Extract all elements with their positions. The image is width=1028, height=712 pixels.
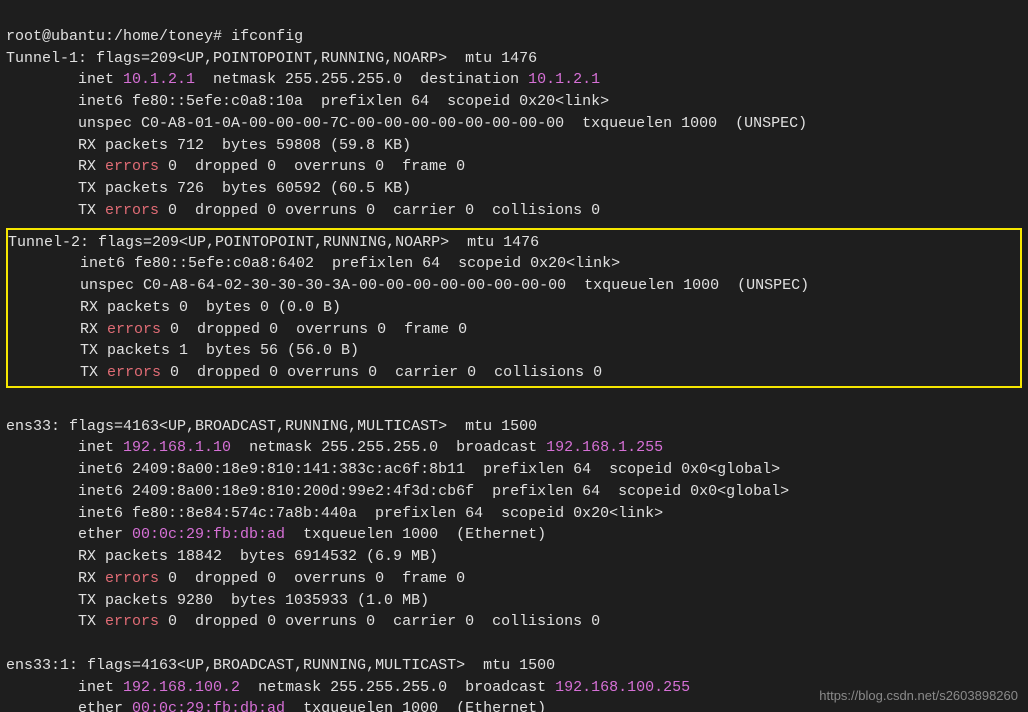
errors-word: errors	[105, 158, 159, 175]
ether-mac: 00:0c:29:fb:db:ad	[132, 526, 285, 543]
ens33-ether: ether 00:0c:29:fb:db:ad txqueuelen 1000 …	[6, 526, 546, 543]
ens33-tx-packets: TX packets 9280 bytes 1035933 (1.0 MB)	[6, 592, 429, 609]
tunnel1-header: Tunnel-1: flags=209<UP,POINTOPOINT,RUNNI…	[6, 50, 537, 67]
errors-word: errors	[105, 202, 159, 219]
ens33-1-ether: ether 00:0c:29:fb:db:ad txqueuelen 1000 …	[6, 700, 546, 712]
ens33-tx-errors: TX errors 0 dropped 0 overruns 0 carrier…	[6, 613, 600, 630]
iface-flags: flags=209<UP,POINTOPOINT,RUNNING,NOARP> …	[87, 50, 537, 67]
iface-name: ens33:1:	[6, 657, 78, 674]
errors-word: errors	[105, 570, 159, 587]
tunnel2-unspec: unspec C0-A8-64-02-30-30-30-3A-00-00-00-…	[8, 277, 809, 294]
errors-word: errors	[107, 364, 161, 381]
tunnel1-rx-errors: RX errors 0 dropped 0 overruns 0 frame 0	[6, 158, 465, 175]
ens33-inet6b: inet6 2409:8a00:18e9:810:200d:99e2:4f3d:…	[6, 483, 789, 500]
ens33-rx-errors: RX errors 0 dropped 0 overruns 0 frame 0	[6, 570, 465, 587]
iface-name: Tunnel-1:	[6, 50, 87, 67]
terminal-output: root@ubantu:/home/toney# ifconfig Tunnel…	[0, 0, 1028, 712]
watermark-text: https://blog.csdn.net/s2603898260	[819, 687, 1018, 706]
ether-post: txqueuelen 1000 (Ethernet)	[285, 700, 546, 712]
inet-broadcast: 192.168.1.255	[546, 439, 663, 456]
tunnel2-inet6: inet6 fe80::5efe:c0a8:6402 prefixlen 64 …	[8, 255, 620, 272]
ether-label: ether	[6, 700, 132, 712]
tunnel1-inet6: inet6 fe80::5efe:c0a8:10a prefixlen 64 s…	[6, 93, 609, 110]
inet-label: inet	[6, 679, 123, 696]
tunnel2-tx-packets: TX packets 1 bytes 56 (56.0 B)	[8, 342, 359, 359]
ens33-inet6a: inet6 2409:8a00:18e9:810:141:383c:ac6f:8…	[6, 461, 780, 478]
ens33-inet6c: inet6 fe80::8e84:574c:7a8b:440a prefixle…	[6, 505, 663, 522]
iface-name: ens33:	[6, 418, 60, 435]
tunnel2-header: Tunnel-2: flags=209<UP,POINTOPOINT,RUNNI…	[8, 234, 539, 251]
inet-ip: 192.168.100.2	[123, 679, 240, 696]
ether-label: ether	[6, 526, 132, 543]
inet-ip: 192.168.1.10	[123, 439, 231, 456]
tx-err-pre: TX	[8, 364, 107, 381]
rx-err-pre: RX	[6, 570, 105, 587]
rx-err-pre: RX	[8, 321, 107, 338]
ether-post: txqueuelen 1000 (Ethernet)	[285, 526, 546, 543]
ens33-inet: inet 192.168.1.10 netmask 255.255.255.0 …	[6, 439, 663, 456]
ens33-1-inet: inet 192.168.100.2 netmask 255.255.255.0…	[6, 679, 690, 696]
ens33-rx-packets: RX packets 18842 bytes 6914532 (6.9 MB)	[6, 548, 438, 565]
tunnel1-inet: inet 10.1.2.1 netmask 255.255.255.0 dest…	[6, 71, 600, 88]
iface-flags: flags=4163<UP,BROADCAST,RUNNING,MULTICAS…	[78, 657, 555, 674]
inet-label: inet	[6, 439, 123, 456]
tx-err-pre: TX	[6, 613, 105, 630]
inet-broadcast: 192.168.100.255	[555, 679, 690, 696]
tunnel1-tx-packets: TX packets 726 bytes 60592 (60.5 KB)	[6, 180, 411, 197]
iface-flags: flags=209<UP,POINTOPOINT,RUNNING,NOARP> …	[89, 234, 539, 251]
tunnel1-unspec: unspec C0-A8-01-0A-00-00-00-7C-00-00-00-…	[6, 115, 807, 132]
tunnel2-tx-errors: TX errors 0 dropped 0 overruns 0 carrier…	[8, 364, 602, 381]
rx-err-post: 0 dropped 0 overruns 0 frame 0	[159, 570, 465, 587]
ether-mac: 00:0c:29:fb:db:ad	[132, 700, 285, 712]
tunnel1-rx-packets: RX packets 712 bytes 59808 (59.8 KB)	[6, 137, 411, 154]
errors-word: errors	[105, 613, 159, 630]
inet-mid: netmask 255.255.255.0 broadcast	[240, 679, 555, 696]
command-text: ifconfig	[231, 28, 303, 45]
tunnel2-highlight-box: Tunnel-2: flags=209<UP,POINTOPOINT,RUNNI…	[6, 228, 1022, 388]
inet-dest: 10.1.2.1	[528, 71, 600, 88]
iface-name: Tunnel-2:	[8, 234, 89, 251]
errors-word: errors	[107, 321, 161, 338]
inet-ip: 10.1.2.1	[123, 71, 195, 88]
inet-label: inet	[6, 71, 123, 88]
ens33-header: ens33: flags=4163<UP,BROADCAST,RUNNING,M…	[6, 418, 537, 435]
tx-err-post: 0 dropped 0 overruns 0 carrier 0 collisi…	[161, 364, 602, 381]
tunnel2-rx-packets: RX packets 0 bytes 0 (0.0 B)	[8, 299, 341, 316]
rx-err-post: 0 dropped 0 overruns 0 frame 0	[161, 321, 467, 338]
rx-err-pre: RX	[6, 158, 105, 175]
tunnel2-rx-errors: RX errors 0 dropped 0 overruns 0 frame 0	[8, 321, 467, 338]
tx-err-pre: TX	[6, 202, 105, 219]
rx-err-post: 0 dropped 0 overruns 0 frame 0	[159, 158, 465, 175]
prompt-path: :/home/toney#	[105, 28, 231, 45]
tx-err-post: 0 dropped 0 overruns 0 carrier 0 collisi…	[159, 202, 600, 219]
prompt-line: root@ubantu:/home/toney# ifconfig	[6, 28, 303, 45]
tx-err-post: 0 dropped 0 overruns 0 carrier 0 collisi…	[159, 613, 600, 630]
prompt-userhost: root@ubantu	[6, 28, 105, 45]
iface-flags: flags=4163<UP,BROADCAST,RUNNING,MULTICAS…	[60, 418, 537, 435]
inet-mid: netmask 255.255.255.0 broadcast	[231, 439, 546, 456]
tunnel1-tx-errors: TX errors 0 dropped 0 overruns 0 carrier…	[6, 202, 600, 219]
ens33-1-header: ens33:1: flags=4163<UP,BROADCAST,RUNNING…	[6, 657, 555, 674]
inet-mid: netmask 255.255.255.0 destination	[195, 71, 528, 88]
